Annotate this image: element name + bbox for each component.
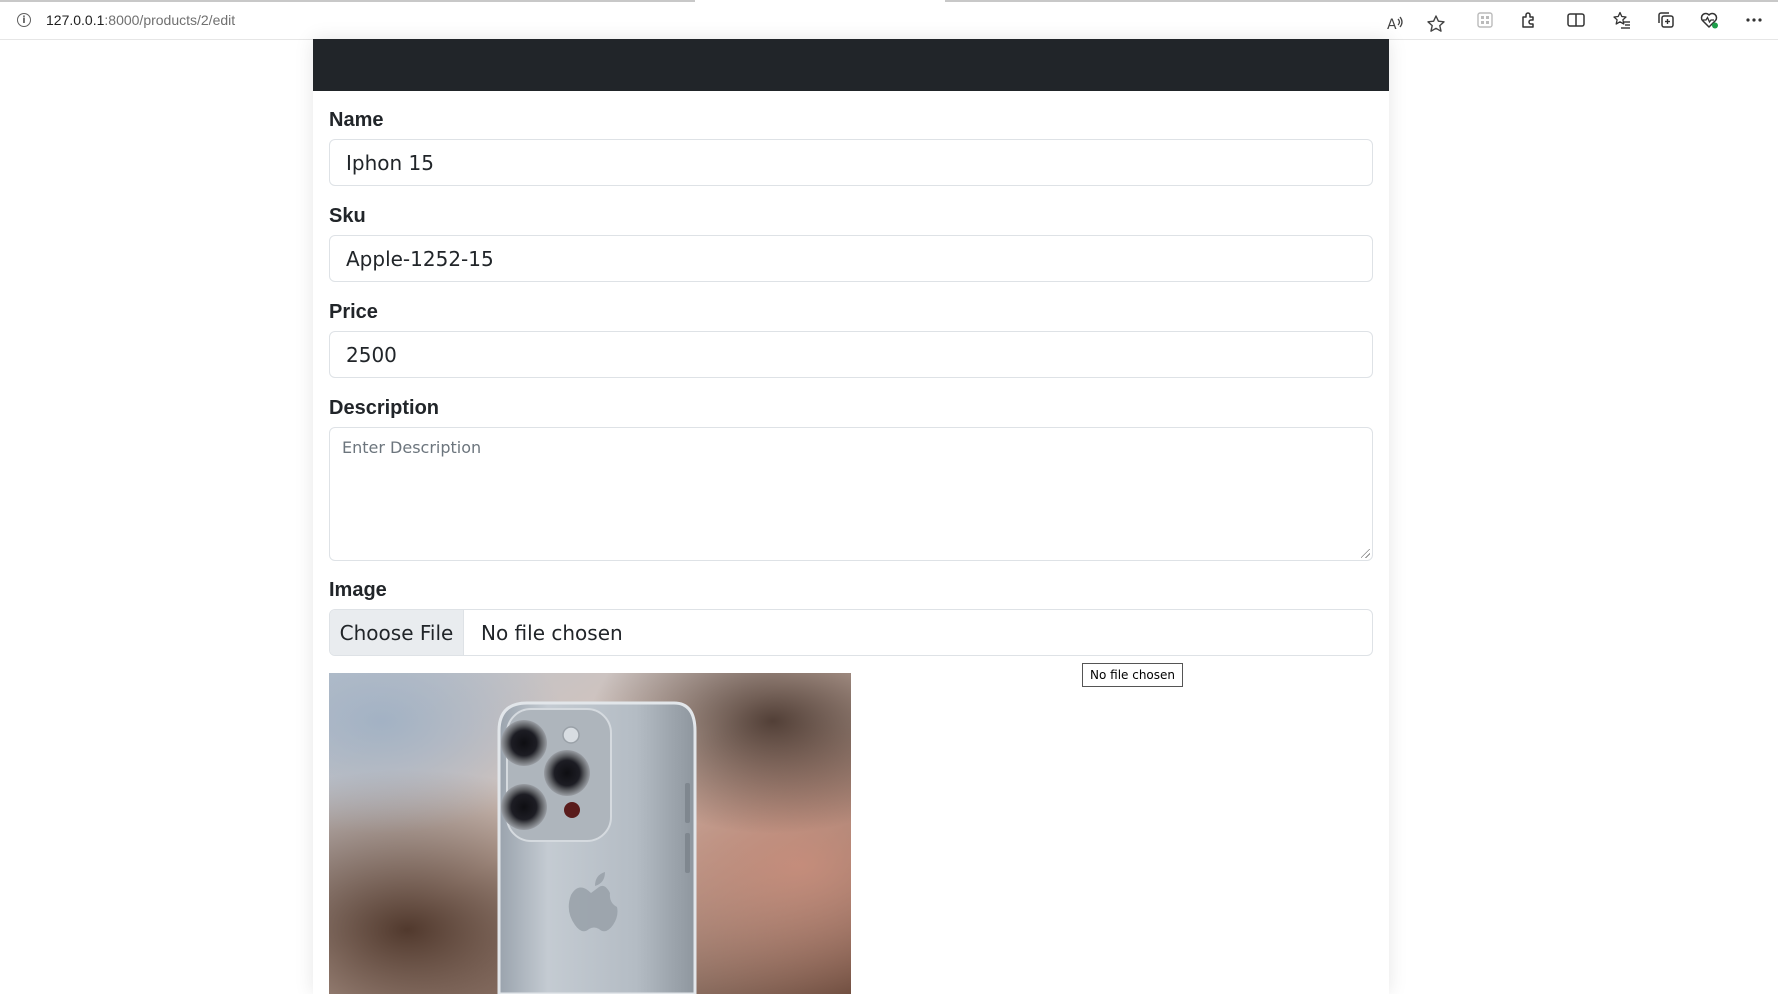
name-label: Name <box>329 109 384 131</box>
url-text[interactable]: 127.0.0.1:8000/products/2/edit <box>46 12 235 28</box>
favorites-icon[interactable] <box>1609 7 1635 33</box>
image-file-input[interactable]: Choose File No file chosen <box>329 609 1373 656</box>
heart-pulse-icon[interactable] <box>1696 7 1722 33</box>
tab-strip-edge <box>945 0 1778 2</box>
svg-text:A: A <box>1387 17 1397 33</box>
star-icon[interactable] <box>1424 12 1448 36</box>
choose-file-button[interactable]: Choose File <box>330 610 464 655</box>
sku-input[interactable]: Apple-1252-15 <box>329 235 1373 282</box>
puzzle-icon[interactable] <box>1516 7 1542 33</box>
description-placeholder: Enter Description <box>342 438 482 457</box>
price-label: Price <box>329 301 378 323</box>
sku-label: Sku <box>329 205 366 227</box>
more-icon[interactable] <box>1741 7 1767 33</box>
price-input[interactable]: 2500 <box>329 331 1373 378</box>
address-bar[interactable]: i 127.0.0.1:8000/products/2/edit A <box>10 5 1455 35</box>
collections-icon[interactable] <box>1653 7 1679 33</box>
url-host: 127.0.0.1 <box>46 12 105 28</box>
file-status-text: No file chosen <box>481 620 623 645</box>
description-label: Description <box>329 397 440 419</box>
name-input[interactable]: Iphon 15 <box>329 139 1373 186</box>
product-image <box>329 673 851 994</box>
tab-strip-edge <box>0 0 695 2</box>
read-aloud-icon[interactable]: A <box>1383 12 1407 36</box>
url-path: :8000/products/2/edit <box>104 12 236 28</box>
edit-product-page: Name Iphon 15 Sku Apple-1252-15 Price 25… <box>313 39 1389 994</box>
file-tooltip: No file chosen <box>1082 663 1184 687</box>
description-textarea[interactable]: Enter Description <box>329 427 1373 561</box>
navbar <box>313 39 1389 91</box>
browser-toolbar: i 127.0.0.1:8000/products/2/edit A <box>0 0 1778 40</box>
sku-input-value: Apple-1252-15 <box>346 246 494 271</box>
image-label: Image <box>329 579 387 601</box>
name-input-value: Iphon 15 <box>346 150 434 175</box>
split-screen-icon[interactable] <box>1563 7 1589 33</box>
info-icon[interactable]: i <box>17 13 31 27</box>
app-available-icon[interactable] <box>1472 7 1498 33</box>
price-input-value: 2500 <box>346 342 397 367</box>
resize-handle-icon[interactable] <box>1361 549 1370 558</box>
